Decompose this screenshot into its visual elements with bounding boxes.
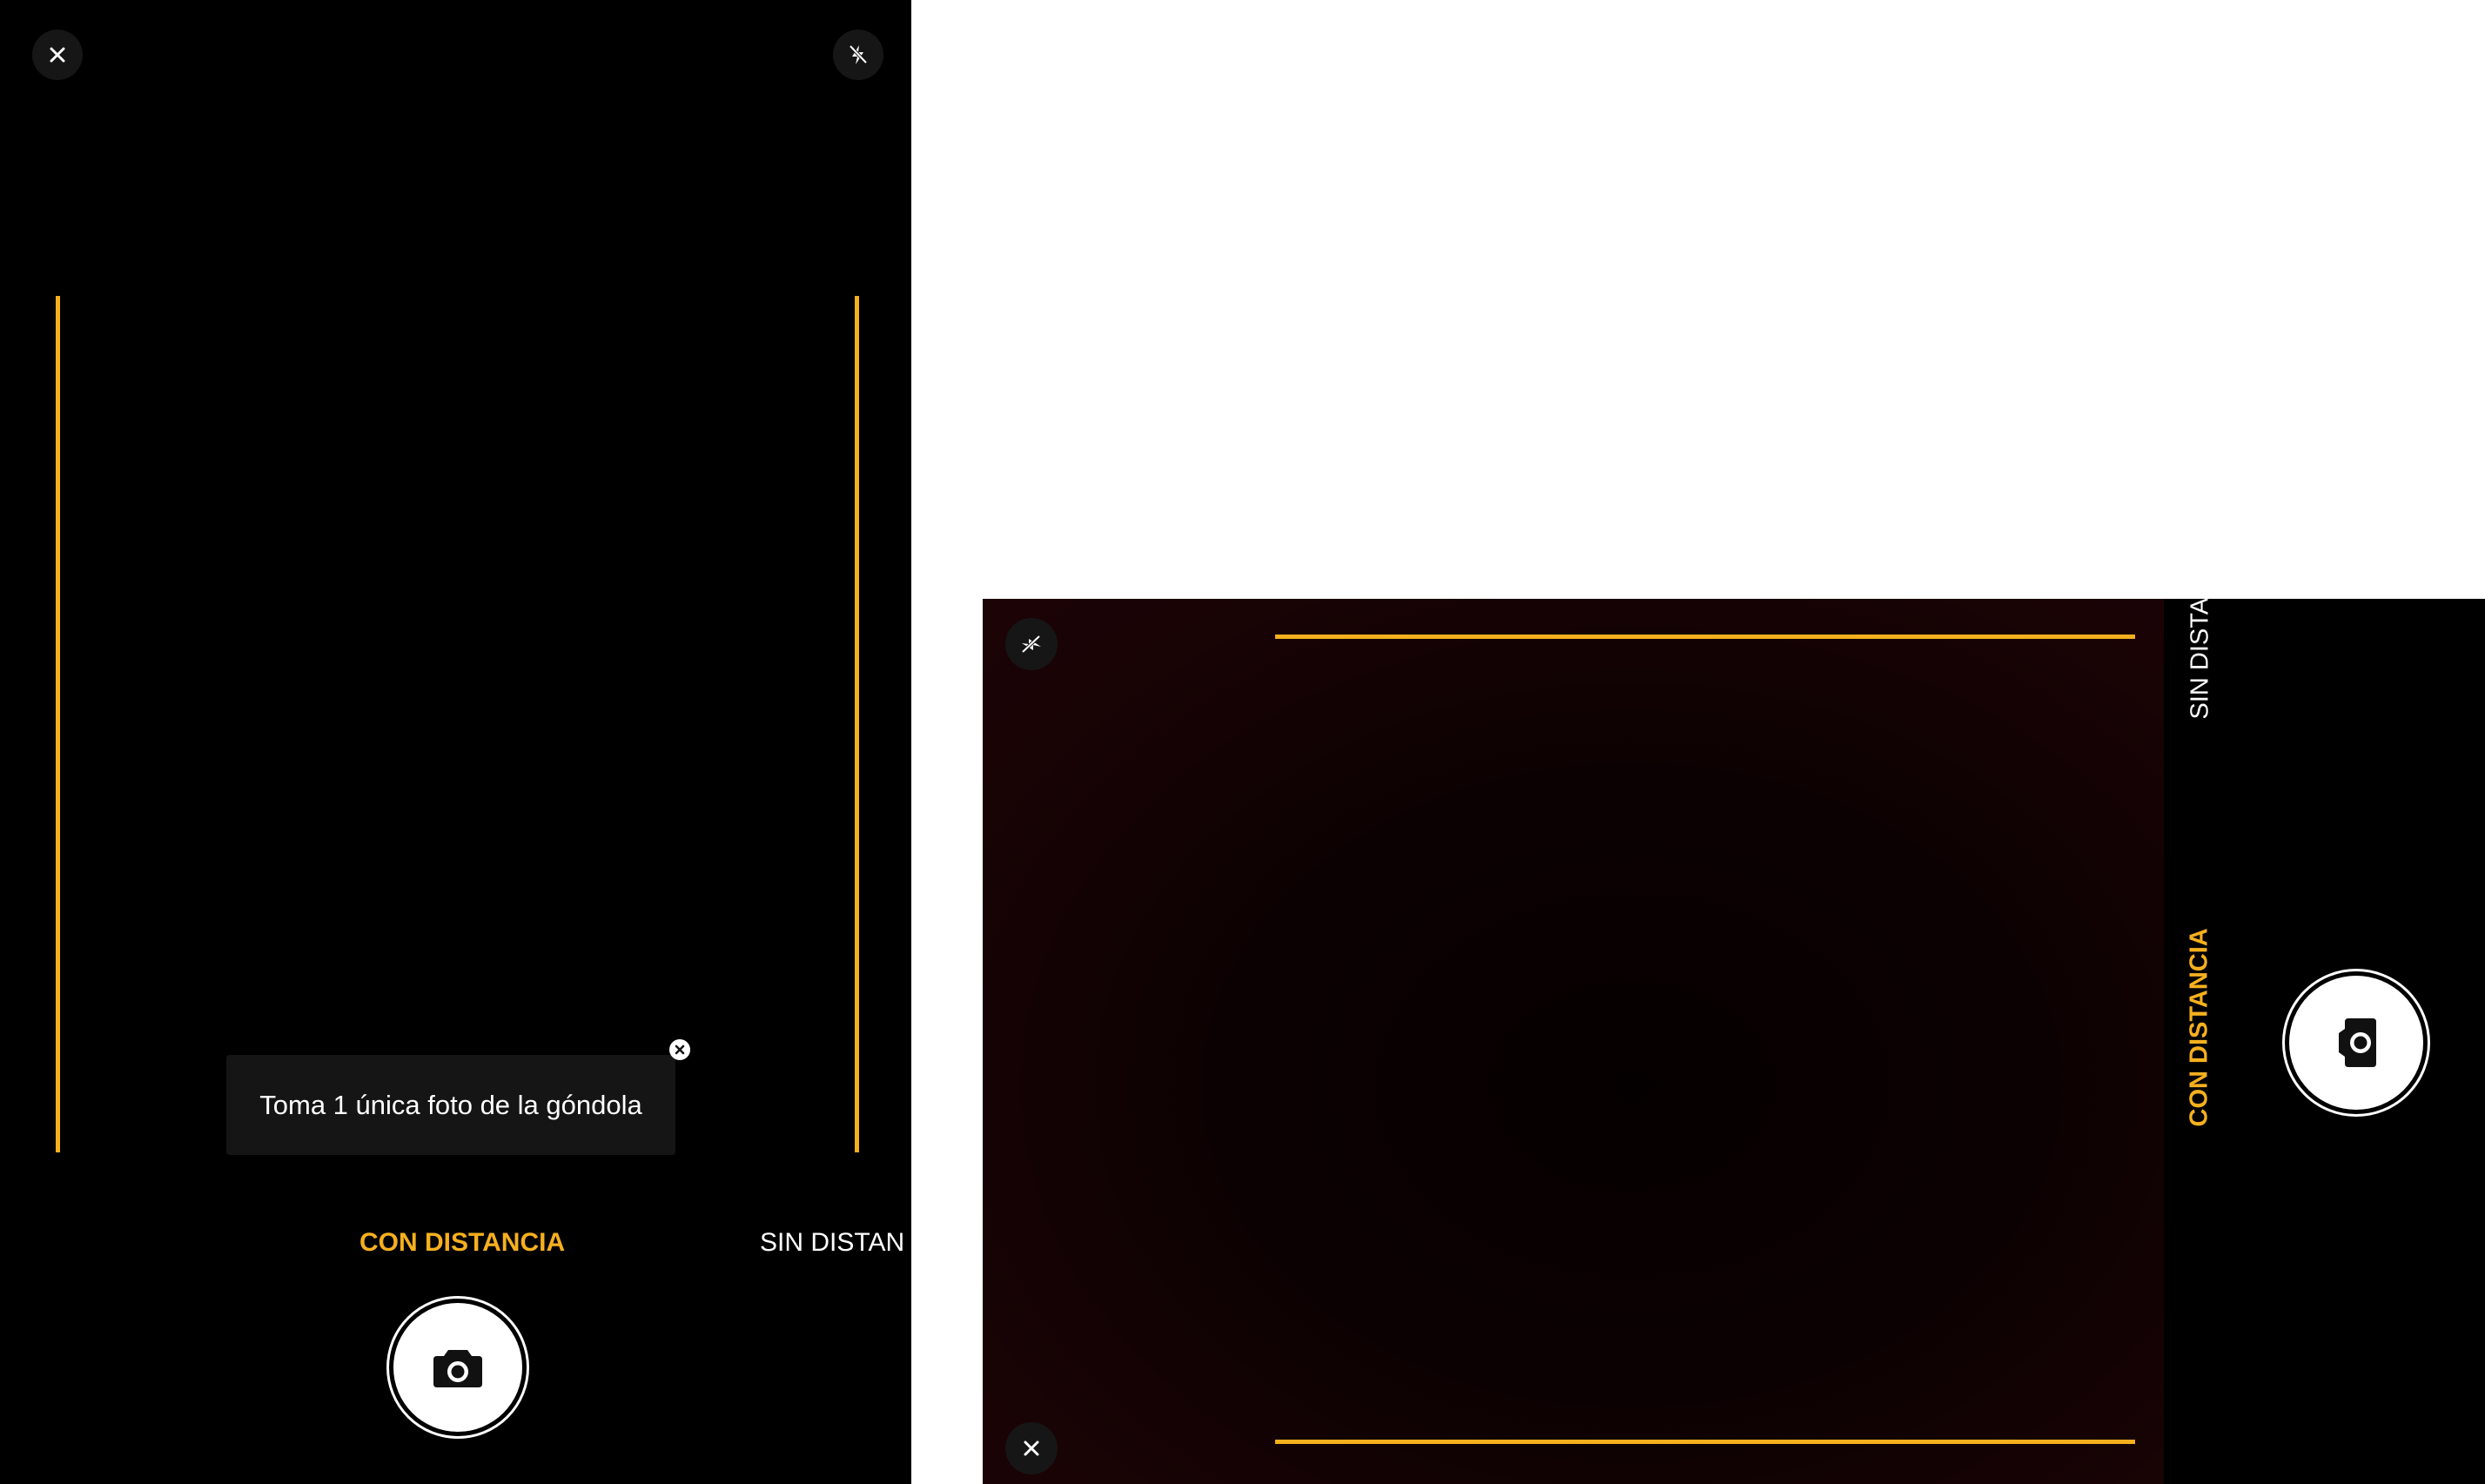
mode-tab-sin-distancia[interactable]: SIN DISTAN xyxy=(760,1230,904,1256)
close-button[interactable] xyxy=(1005,1422,1058,1474)
flash-toggle-button[interactable] xyxy=(833,30,883,80)
hint-tooltip-text: Toma 1 única foto de la góndola xyxy=(259,1089,642,1120)
shutter-button[interactable] xyxy=(2282,969,2430,1117)
close-button[interactable] xyxy=(32,30,83,80)
shutter-button[interactable] xyxy=(386,1296,529,1439)
mode-tab-sin-distancia[interactable]: SIN DISTAN xyxy=(2186,599,2214,720)
camera-screen-portrait: Toma 1 única foto de la góndola CON DIST… xyxy=(0,0,911,1484)
shutter-button-core xyxy=(2289,976,2423,1110)
frame-guide-left xyxy=(56,296,60,1152)
mode-tab-con-distancia[interactable]: CON DISTANCIA xyxy=(359,1230,565,1256)
frame-guide-bottom xyxy=(1275,1440,2135,1444)
shutter-button-core xyxy=(393,1303,522,1432)
flash-off-icon xyxy=(1020,634,1043,655)
camera-icon xyxy=(2335,1017,2377,1068)
camera-icon xyxy=(433,1346,483,1388)
camera-screen-landscape: SIN DISTAN CON DISTANCIA xyxy=(983,599,2485,1484)
close-circle-icon xyxy=(674,1044,686,1056)
mode-tab-con-distancia[interactable]: CON DISTANCIA xyxy=(2186,928,2213,1126)
frame-guide-top xyxy=(1275,635,2135,639)
flash-toggle-button[interactable] xyxy=(1005,618,1058,670)
camera-controls-panel: SIN DISTAN CON DISTANCIA xyxy=(2164,599,2485,1484)
frame-guide-right xyxy=(855,296,859,1152)
tooltip-close-button[interactable] xyxy=(669,1039,690,1060)
close-icon xyxy=(1023,1440,1040,1457)
close-icon xyxy=(49,46,66,64)
flash-off-icon xyxy=(848,44,869,66)
camera-viewfinder xyxy=(983,599,2164,1484)
hint-tooltip: Toma 1 única foto de la góndola xyxy=(226,1055,675,1155)
